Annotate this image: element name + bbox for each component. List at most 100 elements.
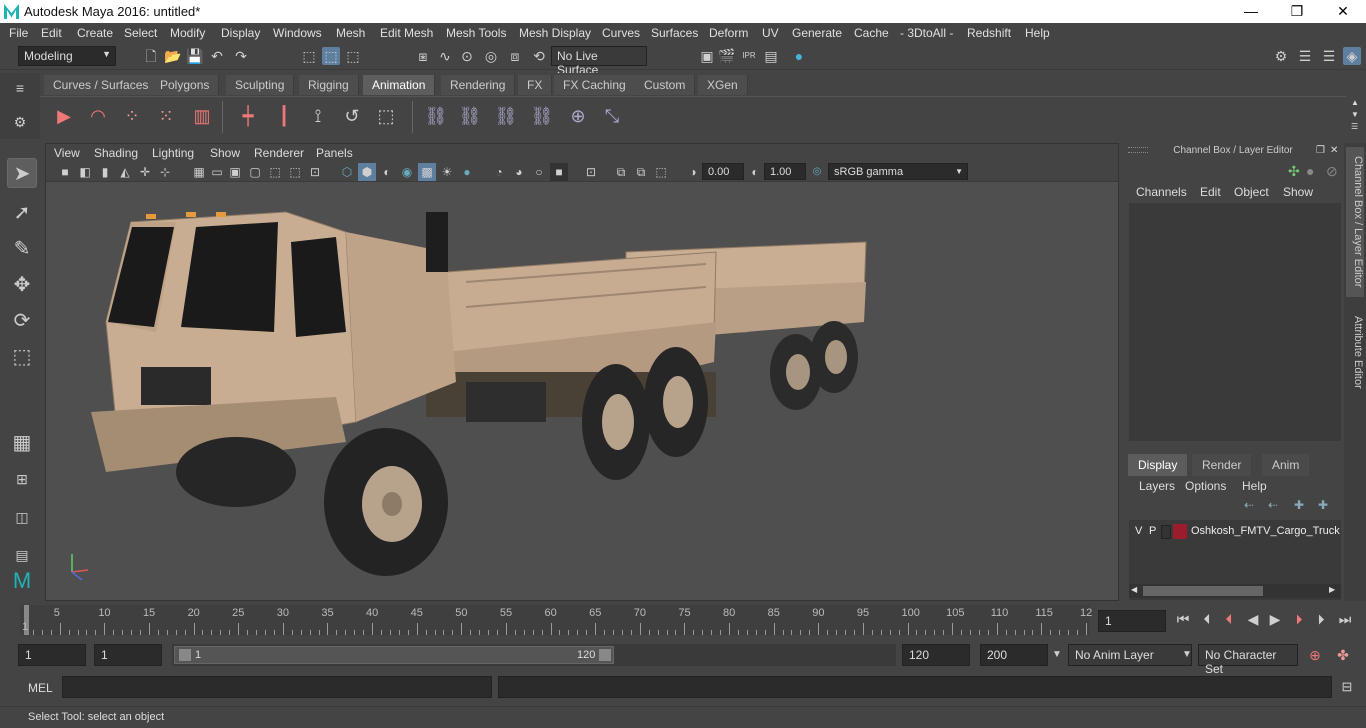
current-frame-field[interactable]: 1 — [1098, 610, 1166, 632]
tab-xgen[interactable]: XGen — [698, 75, 748, 95]
viewport-scene[interactable]: persp — [46, 182, 1118, 634]
lattice-icon[interactable]: ⬚ — [374, 107, 398, 129]
layer-color-swatch[interactable] — [1173, 524, 1187, 539]
tab-sculpting[interactable]: Sculpting — [226, 75, 295, 95]
scene-start-field[interactable]: 1 — [18, 644, 86, 666]
orient-constraint-icon[interactable]: ⛓ — [494, 107, 518, 129]
parent-constraint-icon[interactable]: ⛓ — [424, 107, 448, 129]
snap-curve-icon[interactable]: ∿ — [436, 47, 454, 65]
render-view-icon[interactable]: ▤ — [762, 47, 780, 65]
play-backward-icon[interactable]: ◀ — [1244, 610, 1262, 628]
close-panel-icon[interactable]: ✕ — [1330, 145, 1338, 156]
camera-icon[interactable]: ■ — [56, 163, 74, 181]
menu-3dtoall[interactable]: - 3DtoAll - — [900, 26, 953, 40]
layer-menu-layers[interactable]: Layers — [1139, 479, 1175, 493]
aim-constraint-icon[interactable]: ⊕ — [566, 107, 590, 129]
new-layer-icon[interactable]: ✚ — [1294, 498, 1304, 512]
rotate-tool-icon[interactable]: ⟳ — [7, 306, 37, 336]
script-editor-icon[interactable]: ⊟ — [1338, 678, 1356, 696]
playback-end-field[interactable]: 120 — [902, 644, 970, 666]
float-panel-icon[interactable]: ❐ — [1316, 145, 1325, 156]
shadows-icon[interactable]: ⬚ — [286, 163, 304, 181]
layer-scroll-thumb[interactable] — [1143, 586, 1263, 596]
tab-rigging[interactable]: Rigging — [299, 75, 359, 95]
chevron-down-icon[interactable]: ▼ — [1178, 646, 1196, 664]
film-gate-icon[interactable]: ⊹ — [156, 163, 174, 181]
set-breakdown-icon[interactable]: ┿ — [236, 107, 260, 129]
step-forward-frame-icon[interactable]: ⏵ — [1312, 610, 1330, 628]
menu-generate[interactable]: Generate — [792, 26, 842, 40]
isolate-select-icon[interactable]: ⊡ — [306, 163, 324, 181]
point-constraint-icon[interactable]: ⛓ — [458, 107, 482, 129]
attribute-editor-toggle-icon[interactable]: ☰ — [1296, 47, 1314, 65]
side-by-side-layout-icon[interactable]: ◫ — [7, 502, 37, 532]
menu-create[interactable]: Create — [77, 26, 113, 40]
ipr-render-icon[interactable]: IPR — [740, 47, 758, 65]
playback-start-field[interactable]: 1 — [94, 644, 162, 666]
shelf-scroll[interactable]: ▲ ▼ ☰ — [1346, 96, 1366, 136]
menu-mesh-tools[interactable]: Mesh Tools — [446, 26, 506, 40]
shelf-menu-icon[interactable]: ☰ — [1351, 122, 1358, 131]
layer-hscrollbar[interactable]: ◀ ▶ — [1129, 584, 1341, 598]
menu-modify[interactable]: Modify — [170, 26, 205, 40]
menu-surfaces[interactable]: Surfaces — [651, 26, 698, 40]
channel-box-help-icon[interactable]: ● — [1306, 163, 1314, 179]
scroll-right-icon[interactable]: ▶ — [1329, 585, 1335, 594]
channel-box-toggle-icon[interactable]: ◈ — [1343, 47, 1361, 65]
render-settings-icon[interactable]: ▣ — [698, 47, 716, 65]
lasso-tool-icon[interactable]: ➚ — [7, 198, 37, 228]
go-to-end-icon[interactable]: ⏭ — [1336, 610, 1354, 628]
image-plane-icon[interactable]: ◭ — [116, 163, 134, 181]
snap-view-icon[interactable]: ◎ — [482, 47, 500, 65]
snap-grid-icon[interactable]: ⧆ — [414, 47, 432, 65]
xray-active-icon[interactable]: ⬢ — [358, 163, 376, 181]
exposure-icon[interactable]: ◑ — [684, 163, 702, 181]
tab-polygons[interactable]: Polygons — [151, 75, 220, 95]
range-end-grip[interactable] — [599, 649, 611, 661]
move-layer-up-icon[interactable]: ⇠ — [1244, 498, 1254, 512]
chevron-down-icon[interactable]: ▼ — [1048, 646, 1066, 664]
view-transform-dropdown[interactable]: sRGB gamma ▼ — [828, 163, 968, 180]
cb-menu-show[interactable]: Show — [1283, 185, 1313, 199]
menu-set-dropdown[interactable]: Modeling ▼ — [18, 46, 116, 66]
step-back-key-icon[interactable]: ⏴ — [1220, 610, 1238, 628]
menu-deform[interactable]: Deform — [709, 26, 748, 40]
viewport-menu-shading[interactable]: Shading — [94, 146, 138, 160]
menu-cache[interactable]: Cache — [854, 26, 889, 40]
isolate-icon[interactable]: ○ — [530, 163, 548, 181]
scroll-down-icon[interactable]: ▼ — [1351, 110, 1359, 119]
snap-magnet-icon[interactable]: ⟲ — [530, 47, 548, 65]
auto-key-icon[interactable]: ⊕ — [1306, 646, 1324, 664]
menu-uv[interactable]: UV — [762, 26, 779, 40]
screen-space-ao-icon[interactable]: ◉ — [398, 163, 416, 181]
scene-end-field[interactable]: 200 — [980, 644, 1048, 666]
tab-animation[interactable]: Animation — [363, 75, 436, 95]
wireframe-on-shaded-icon[interactable]: ▣ — [226, 163, 244, 181]
viewport-menu-lighting[interactable]: Lighting — [152, 146, 194, 160]
smooth-shade-icon[interactable]: ▭ — [208, 163, 226, 181]
layer-menu-help[interactable]: Help — [1242, 479, 1267, 493]
layer-visibility-toggle[interactable]: V — [1135, 525, 1142, 537]
channel-box-axis-icon[interactable]: ✣ — [1288, 163, 1300, 180]
tab-curves-surfaces[interactable]: Curves / Surfaces — [44, 75, 159, 95]
menu-edit[interactable]: Edit — [41, 26, 62, 40]
timeline-ruler[interactable]: 5 10 15 20 25 30 35 40 45 50 55 60 65 70 75 80 85 90 95 100… — [20, 605, 1092, 635]
layer-playback-toggle[interactable]: P — [1149, 525, 1156, 537]
safe-title-icon[interactable]: ⧉ — [632, 163, 650, 181]
key-selected-icon[interactable]: ┃ — [272, 107, 296, 129]
trax-editor-icon[interactable]: ⁙ — [154, 107, 178, 129]
save-scene-icon[interactable]: 💾 — [186, 47, 204, 65]
snap-point-icon[interactable]: ⊙ — [458, 47, 476, 65]
dope-sheet-icon[interactable]: ⁘ — [120, 107, 144, 129]
resolution-gate-icon[interactable]: ⬚ — [652, 163, 670, 181]
select-hierarchy-icon[interactable]: ⬚ — [300, 47, 318, 65]
step-forward-key-icon[interactable]: ⏵ — [1290, 610, 1308, 628]
menu-display[interactable]: Display — [221, 26, 260, 40]
hypershade-icon[interactable]: ● — [790, 47, 808, 65]
tab-render[interactable]: Render — [1192, 454, 1252, 476]
tab-fx[interactable]: FX — [518, 75, 553, 95]
viewport-menu-view[interactable]: View — [54, 146, 80, 160]
menu-edit-mesh[interactable]: Edit Mesh — [380, 26, 433, 40]
scroll-up-icon[interactable]: ▲ — [1351, 98, 1359, 107]
scroll-left-icon[interactable]: ◀ — [1131, 585, 1137, 594]
